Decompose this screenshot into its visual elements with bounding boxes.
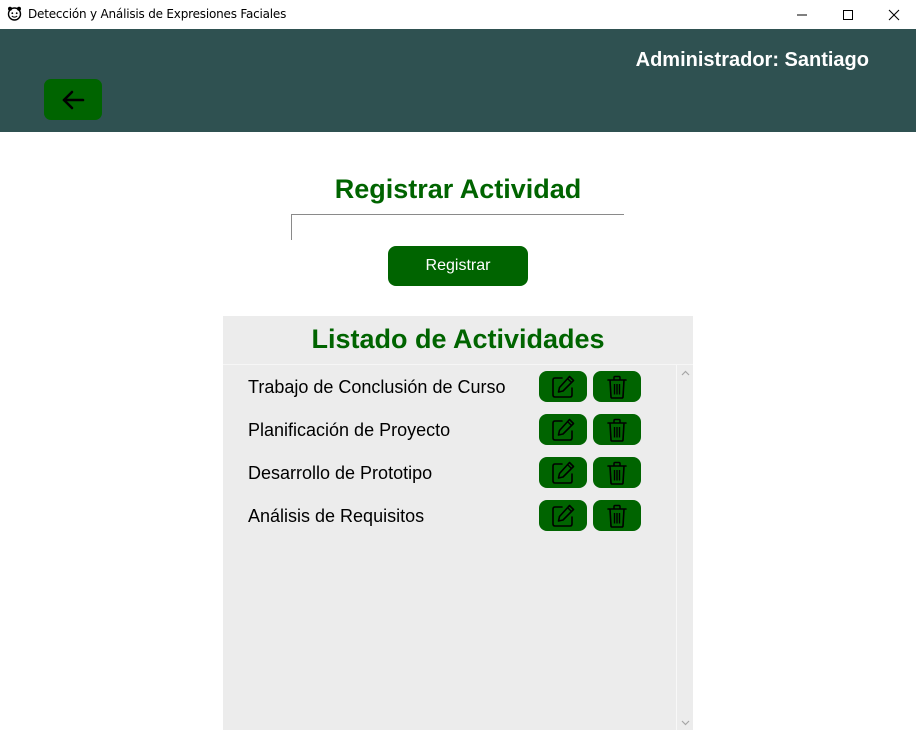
delete-activity-button[interactable] [593, 457, 641, 488]
chevron-down-icon[interactable] [680, 717, 691, 728]
list-divider [223, 364, 693, 365]
app-header: Administrador: Santiago [0, 29, 916, 132]
pencil-square-icon [552, 461, 575, 484]
close-button[interactable] [871, 0, 916, 29]
arrow-left-icon [62, 90, 85, 109]
edit-activity-button[interactable] [539, 500, 587, 531]
trash-icon [607, 504, 627, 528]
activity-list-panel: Listado de Actividades Trabajo de Conclu… [223, 316, 693, 730]
window-titlebar: Detección y Análisis de Expresiones Faci… [0, 0, 916, 29]
minimize-icon [797, 14, 807, 15]
minimize-button[interactable] [779, 0, 825, 29]
chevron-up-icon[interactable] [680, 368, 691, 379]
register-activity-title: Registrar Actividad [334, 174, 582, 204]
close-icon [888, 9, 900, 20]
activity-label: Planificación de Proyecto [248, 420, 451, 440]
activity-label: Desarrollo de Prototipo [248, 463, 433, 483]
trash-icon [607, 418, 627, 442]
register-button[interactable]: Registrar [388, 246, 528, 286]
app-icon [7, 6, 22, 21]
list-item: Análisis de Requisitos [223, 500, 675, 532]
back-button[interactable] [44, 79, 102, 120]
activity-list-title: Listado de Actividades [311, 324, 605, 354]
activity-name-input[interactable] [291, 214, 624, 240]
trash-icon [607, 461, 627, 485]
pencil-square-icon [552, 504, 575, 527]
list-scrollbar[interactable] [676, 365, 693, 730]
activity-label: Análisis de Requisitos [248, 506, 425, 526]
window-title: Detección y Análisis de Expresiones Faci… [28, 7, 287, 21]
admin-name-label: Administrador: Santiago [635, 49, 869, 71]
list-item: Desarrollo de Prototipo [223, 457, 675, 489]
maximize-button[interactable] [825, 0, 871, 29]
edit-activity-button[interactable] [539, 371, 587, 402]
pencil-square-icon [552, 418, 575, 441]
delete-activity-button[interactable] [593, 414, 641, 445]
activity-label: Trabajo de Conclusión de Curso [248, 377, 506, 397]
edit-activity-button[interactable] [539, 414, 587, 445]
trash-icon [607, 375, 627, 399]
list-item: Planificación de Proyecto [223, 414, 675, 446]
delete-activity-button[interactable] [593, 500, 641, 531]
delete-activity-button[interactable] [593, 371, 641, 402]
edit-activity-button[interactable] [539, 457, 587, 488]
list-item: Trabajo de Conclusión de Curso [223, 371, 675, 403]
pencil-square-icon [552, 375, 575, 398]
maximize-icon [843, 9, 853, 20]
